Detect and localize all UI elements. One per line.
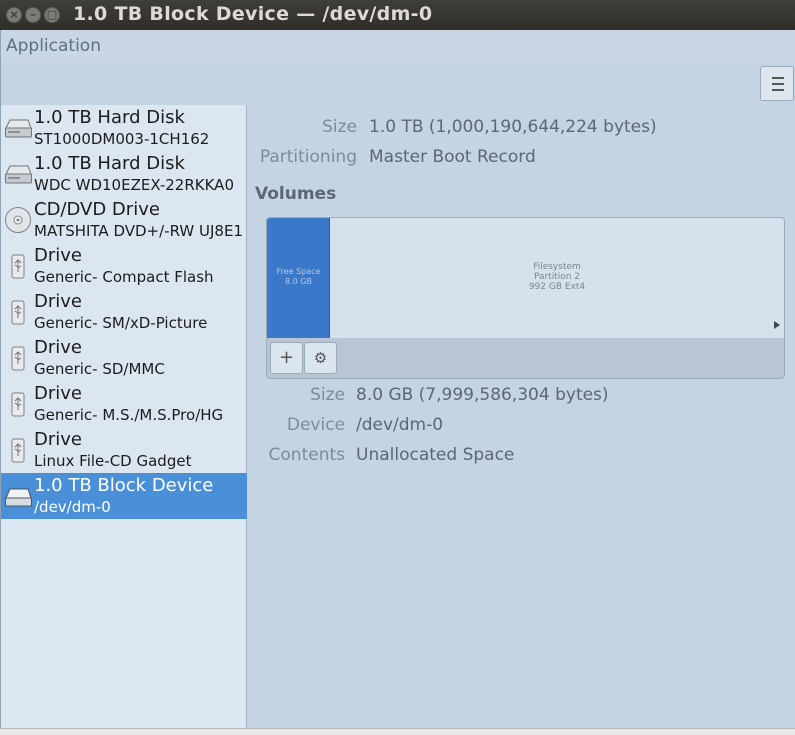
minimize-window-button[interactable]: – <box>25 7 41 23</box>
partitioning-label: Partitioning <box>259 147 357 167</box>
device-model: Generic- Compact Flash <box>34 268 214 286</box>
close-icon: × <box>9 8 19 21</box>
sidebar-item-drive-sm-xd[interactable]: Drive Generic- SM/xD-Picture <box>1 289 247 335</box>
app-menu-button[interactable] <box>760 66 794 101</box>
hard-disk-icon <box>5 119 32 138</box>
device-name: CD/DVD Drive <box>34 199 160 220</box>
device-name: Drive <box>34 245 82 266</box>
device-name: Drive <box>34 337 82 358</box>
volume-device-label: Device <box>286 415 345 435</box>
sidebar-item-hard-disk-1[interactable]: 1.0 TB Hard Disk ST1000DM003-1CH162 <box>1 105 247 151</box>
partitioning-value: Master Boot Record <box>369 147 536 167</box>
menu-bar: Application <box>0 30 795 62</box>
partition-free-space[interactable]: Free Space 8.0 GB <box>267 218 330 338</box>
usb-drive-icon <box>11 300 25 325</box>
device-model: Generic- SM/xD-Picture <box>34 314 208 332</box>
partition-map: Free Space 8.0 GB Filesystem Partition 2… <box>267 218 784 338</box>
free-space-size: 8.0 GB <box>285 277 312 286</box>
filesystem-size: 992 GB Ext4 <box>528 282 586 292</box>
optical-disc-icon <box>5 207 31 233</box>
window-bottom-edge <box>0 728 795 735</box>
volume-size-value: 8.0 GB (7,999,586,304 bytes) <box>356 385 609 405</box>
minimize-icon: – <box>30 8 36 21</box>
volumes-heading: Volumes <box>255 184 337 204</box>
close-window-button[interactable]: × <box>6 7 22 23</box>
size-value: 1.0 TB (1,000,190,644,224 bytes) <box>369 117 657 137</box>
partition-settings-button[interactable]: ⚙ <box>304 342 337 374</box>
filesystem-partition: Partition 2 <box>533 272 581 282</box>
device-model: MATSHITA DVD+/-RW UJ8E1 <box>34 222 243 240</box>
sidebar-item-drive-compact-flash[interactable]: Drive Generic- Compact Flash <box>1 243 247 289</box>
volume-size-label: Size <box>310 385 345 405</box>
window-title: 1.0 TB Block Device — /dev/dm-0 <box>73 3 433 25</box>
add-partition-button[interactable]: + <box>270 342 303 374</box>
device-name: 1.0 TB Hard Disk <box>34 153 185 174</box>
gears-icon: ⚙ <box>313 349 328 367</box>
plus-icon: + <box>278 347 295 368</box>
usb-drive-icon <box>11 438 25 463</box>
volume-device-value: /dev/dm-0 <box>356 415 444 435</box>
volume-contents-label: Contents <box>268 445 345 465</box>
menu-application[interactable]: Application <box>6 36 101 56</box>
size-label: Size <box>322 117 357 137</box>
filesystem-label: Filesystem <box>533 262 581 272</box>
device-model: /dev/dm-0 <box>34 498 111 516</box>
toolbar <box>0 62 795 105</box>
sidebar-item-drive-ms-pro[interactable]: Drive Generic- M.S./M.S.Pro/HG <box>1 381 247 427</box>
device-name: Drive <box>34 383 82 404</box>
device-model: Linux File-CD Gadget <box>34 452 192 470</box>
block-device-icon <box>5 488 32 507</box>
maximize-window-button[interactable]: □ <box>44 7 60 23</box>
sidebar-item-hard-disk-2[interactable]: 1.0 TB Hard Disk WDC WD10EZEX-22RKKA0 <box>1 151 247 197</box>
usb-drive-icon <box>11 346 25 371</box>
sidebar-item-drive-sd-mmc[interactable]: Drive Generic- SD/MMC <box>1 335 247 381</box>
usb-drive-icon <box>11 392 25 417</box>
usb-drive-icon <box>11 254 25 279</box>
device-name: Drive <box>34 291 82 312</box>
device-model: Generic- SD/MMC <box>34 360 165 378</box>
device-sidebar: 1.0 TB Hard Disk ST1000DM003-1CH162 1.0 … <box>0 105 247 735</box>
device-model: WDC WD10EZEX-22RKKA0 <box>34 176 234 194</box>
sidebar-item-block-device[interactable]: 1.0 TB Block Device /dev/dm-0 <box>1 473 247 519</box>
device-name: 1.0 TB Hard Disk <box>34 107 185 128</box>
device-name: 1.0 TB Block Device <box>34 475 214 496</box>
sidebar-item-drive-file-cd-gadget[interactable]: Drive Linux File-CD Gadget <box>1 427 247 473</box>
device-model: ST1000DM003-1CH162 <box>34 130 210 148</box>
play-arrow-icon <box>774 321 780 329</box>
device-details-pane: Size 1.0 TB (1,000,190,644,224 bytes) Pa… <box>248 105 795 735</box>
device-model: Generic- M.S./M.S.Pro/HG <box>34 406 224 424</box>
volume-contents-value: Unallocated Space <box>356 445 515 465</box>
maximize-icon: □ <box>46 8 58 21</box>
sidebar-item-cd-dvd-drive[interactable]: CD/DVD Drive MATSHITA DVD+/-RW UJ8E1 <box>1 197 247 243</box>
hard-disk-icon <box>5 165 32 184</box>
title-bar: × – □ 1.0 TB Block Device — /dev/dm-0 <box>0 0 795 30</box>
device-name: Drive <box>34 429 82 450</box>
free-space-label: Free Space <box>276 267 321 276</box>
volumes-graph: Free Space 8.0 GB Filesystem Partition 2… <box>266 217 785 379</box>
